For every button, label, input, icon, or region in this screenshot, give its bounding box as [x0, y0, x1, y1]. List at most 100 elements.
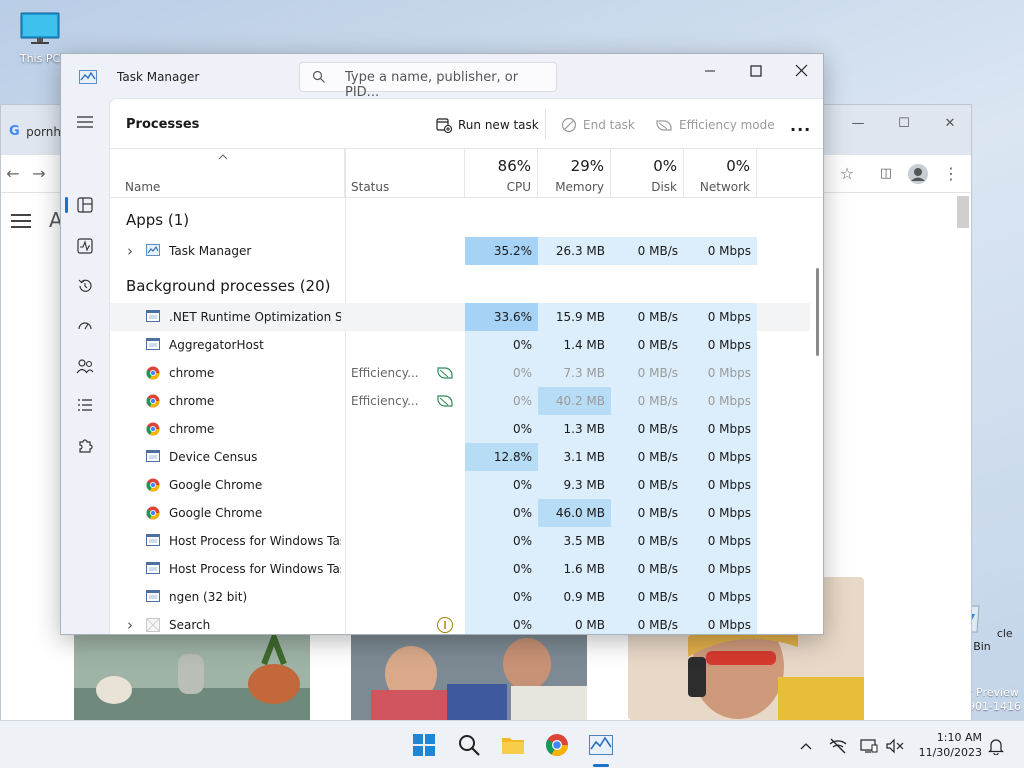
process-row[interactable]: Device Census 12.8% 3.1 MB 0 MB/s 0 Mbps [110, 443, 810, 471]
process-memory-value: 40.2 MB [538, 387, 611, 415]
browser-scrollbar-thumb[interactable] [957, 196, 969, 228]
process-row[interactable]: .NET Runtime Optimization Se... 33.6%15.9… [110, 303, 810, 331]
back-arrow-icon[interactable]: ← [1, 163, 25, 185]
process-row[interactable]: Google Chrome 0% 46.0 MB 0 MB/s 0 Mbps [110, 499, 810, 527]
run-new-task-icon [436, 118, 452, 133]
column-disk-header[interactable]: 0% Disk [611, 149, 684, 197]
process-network-value: 0 Mbps [684, 331, 757, 359]
start-windows-icon[interactable] [411, 732, 437, 758]
process-icon [146, 310, 160, 324]
process-memory-value: 15.9 MB [538, 303, 611, 331]
process-row[interactable]: › Search ‖ 0% 0 MB 0 MB/s 0 Mbps [110, 611, 810, 634]
process-row[interactable]: Google Chrome 0% 9.3 MB 0 MB/s 0 Mbps [110, 471, 810, 499]
notification-bell-icon[interactable] [986, 736, 1006, 756]
network-total-percent: 0% [726, 157, 750, 175]
process-cpu-value: 12.8% [465, 443, 538, 471]
app-history-icon[interactable] [73, 274, 97, 298]
run-new-task-label: Run new task [458, 118, 539, 132]
process-memory-value: 0.9 MB [538, 583, 611, 611]
forward-arrow-icon[interactable]: → [27, 163, 51, 185]
performance-icon[interactable] [73, 234, 97, 258]
column-memory-header[interactable]: 29% Memory [538, 149, 611, 197]
run-new-task-button[interactable]: Run new task [436, 113, 539, 137]
process-row[interactable]: ngen (32 bit) 0% 0.9 MB 0 MB/s 0 Mbps [110, 583, 810, 611]
process-row[interactable]: › Task Manager 35.2% 26.3 MB 0 MB/s 0 Mbps [110, 237, 810, 265]
chrome-icon [146, 394, 160, 408]
cpu-label: CPU [506, 180, 531, 194]
browser-tab-title: pornh [26, 125, 61, 139]
watermark-line-1: r Preview [968, 686, 1019, 699]
show-hidden-icons-chevron-icon[interactable] [796, 736, 816, 756]
process-name: Device Census [169, 450, 258, 464]
process-memory-value: 3.1 MB [538, 443, 611, 471]
process-list-scrollbar[interactable] [816, 268, 819, 356]
process-status [351, 471, 441, 499]
browser-tab[interactable]: G pornh [5, 117, 61, 147]
process-cpu-value: 0% [465, 499, 538, 527]
process-icon [146, 450, 160, 464]
toolbar-divider [545, 109, 546, 139]
minimize-button[interactable] [687, 58, 733, 84]
browser-maximize-button[interactable]: ☐ [881, 111, 927, 137]
column-network-header[interactable]: 0% Network [684, 149, 757, 197]
process-row[interactable]: chrome Efficiency... 0% 7.3 MB 0 MB/s 0 Mbps [110, 359, 810, 387]
users-icon[interactable] [73, 354, 97, 378]
profile-avatar-icon[interactable] [906, 163, 930, 185]
process-memory-value: 9.3 MB [538, 471, 611, 499]
hamburger-menu-icon[interactable] [73, 110, 97, 134]
process-disk-value: 0 MB/s [611, 331, 684, 359]
process-name: chrome [169, 394, 215, 408]
process-row[interactable]: Host Process for Windows Tasks 0% 1.6 MB 0 … [110, 555, 810, 583]
process-status [351, 583, 441, 611]
file-explorer-icon[interactable] [500, 732, 526, 758]
side-panel-icon[interactable]: ◫ [874, 163, 898, 185]
process-name: Google Chrome [169, 506, 263, 520]
disk-label: Disk [651, 180, 677, 194]
display-icon[interactable] [859, 736, 879, 756]
process-disk-value: 0 MB/s [611, 237, 684, 265]
services-puzzle-icon[interactable] [73, 434, 97, 458]
process-network-value: 0 Mbps [684, 359, 757, 387]
end-task-button[interactable]: End task [561, 113, 635, 137]
thumbnail-image-plants[interactable] [74, 634, 310, 720]
expand-chevron-icon[interactable]: › [127, 611, 133, 634]
expand-chevron-icon[interactable]: › [127, 237, 133, 265]
close-button[interactable] [779, 58, 823, 84]
efficiency-mode-button[interactable]: Efficiency mode [655, 113, 775, 137]
taskbar-search-icon[interactable] [456, 732, 482, 758]
process-status [351, 331, 441, 359]
browser-minimize-button[interactable]: — [835, 111, 881, 137]
process-status [351, 303, 441, 331]
taskbar-clock[interactable]: 1:10 AM 11/30/2023 [918, 730, 982, 760]
browser-close-button[interactable]: ✕ [927, 111, 973, 137]
chrome-taskbar-icon[interactable] [544, 732, 570, 758]
process-search-input[interactable]: Type a name, publisher, or PID... [299, 62, 557, 100]
column-cpu-header[interactable]: 86% CPU [465, 149, 538, 197]
browser-menu-icon[interactable]: ⋮ [939, 163, 963, 185]
disk-total-percent: 0% [653, 157, 677, 175]
process-disk-value: 0 MB/s [611, 555, 684, 583]
process-network-value: 0 Mbps [684, 527, 757, 555]
task-manager-titlebar[interactable]: Task Manager Type a name, publisher, or … [61, 54, 823, 100]
maximize-button[interactable] [733, 58, 779, 84]
startup-apps-icon[interactable] [73, 314, 97, 338]
thumbnail-image-family[interactable] [351, 634, 587, 720]
process-row[interactable]: Host Process for Windows Tasks 0% 3.5 MB 0 … [110, 527, 810, 555]
process-name: ngen (32 bit) [169, 590, 248, 604]
task-manager-taskbar-icon[interactable] [588, 732, 614, 758]
column-status-header[interactable]: Status [345, 149, 465, 197]
bookmark-star-icon[interactable]: ☆ [835, 163, 859, 185]
more-options-button[interactable]: ... [790, 113, 811, 137]
volume-muted-icon[interactable] [885, 736, 905, 756]
network-disconnected-icon[interactable] [828, 736, 848, 756]
suspended-pause-icon: ‖ [437, 617, 453, 633]
process-row[interactable]: chrome 0% 1.3 MB 0 MB/s 0 Mbps [110, 415, 810, 443]
process-row[interactable]: AggregatorHost 0% 1.4 MB 0 MB/s 0 Mbps [110, 331, 810, 359]
column-name-header[interactable]: Name [110, 149, 345, 197]
hamburger-menu-icon[interactable] [11, 214, 31, 228]
process-network-value: 0 Mbps [684, 583, 757, 611]
processes-icon[interactable] [73, 193, 97, 217]
task-manager-window[interactable]: Task Manager Type a name, publisher, or … [60, 53, 824, 635]
process-row[interactable]: chrome Efficiency... 0% 40.2 MB 0 MB/s 0 Mbps [110, 387, 810, 415]
details-list-icon[interactable] [73, 393, 97, 417]
